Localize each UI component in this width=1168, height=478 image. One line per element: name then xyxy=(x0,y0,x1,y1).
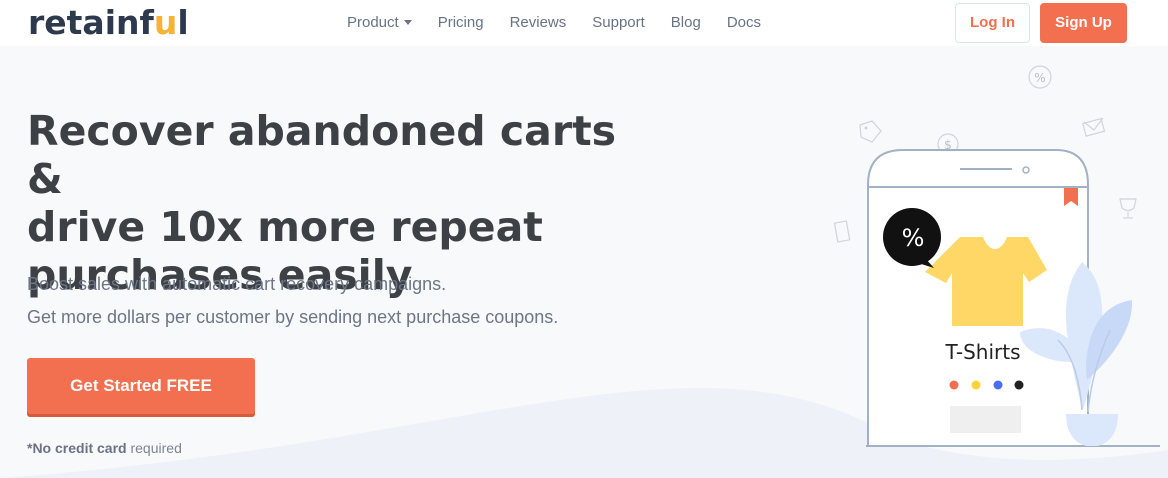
swatch-orange[interactable] xyxy=(949,380,959,390)
ticket-icon xyxy=(833,220,851,243)
phone-illustration: % $ % T-Shirts xyxy=(833,65,1160,447)
main-nav: Product Pricing Reviews Support Blog Doc… xyxy=(347,13,787,33)
nav-product[interactable]: Product xyxy=(347,13,412,33)
hero-subtitle-2: Get more dollars per customer by sending… xyxy=(27,307,559,327)
product-label: T-Shirts xyxy=(944,340,1020,364)
retainful-logo[interactable]: retainful xyxy=(28,4,189,42)
signup-button[interactable]: Sign Up xyxy=(1040,3,1127,43)
nav-docs[interactable]: Docs xyxy=(727,13,761,33)
site-header: retainful Product Pricing Reviews Suppor… xyxy=(0,0,1168,46)
hero-subtitle-1: Boost sales with automatic cart recovery… xyxy=(27,274,447,294)
nav-blog[interactable]: Blog xyxy=(671,13,701,33)
swatch-blue[interactable] xyxy=(993,380,1003,390)
get-started-button[interactable]: Get Started FREE xyxy=(27,358,255,414)
nav-support[interactable]: Support xyxy=(592,13,645,33)
chevron-down-icon xyxy=(403,19,412,25)
hero-title: Recover abandoned carts & drive 10x more… xyxy=(27,107,617,299)
mail-icon xyxy=(1082,117,1106,137)
nav-reviews[interactable]: Reviews xyxy=(510,13,567,33)
add-to-cart-placeholder[interactable] xyxy=(950,406,1021,433)
trophy-icon xyxy=(1119,198,1137,219)
no-credit-card-note: *No credit card required xyxy=(27,440,182,456)
nav-pricing[interactable]: Pricing xyxy=(438,13,484,33)
swatch-yellow[interactable] xyxy=(971,380,981,390)
percent-icon: % xyxy=(1028,65,1052,89)
swatch-black[interactable] xyxy=(1014,380,1024,390)
badge-text: % xyxy=(902,224,925,252)
login-button[interactable]: Log In xyxy=(955,3,1030,43)
tag-icon xyxy=(859,120,882,143)
svg-text:%: % xyxy=(1034,71,1045,85)
